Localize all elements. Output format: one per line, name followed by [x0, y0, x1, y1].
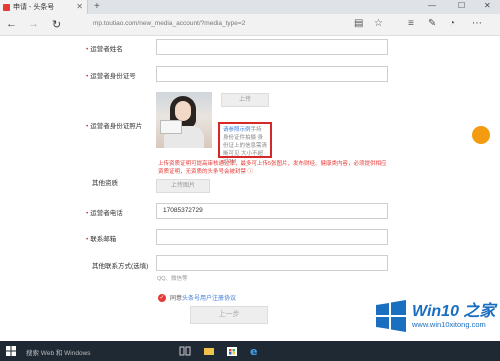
- edge-browser-icon[interactable]: e: [249, 345, 261, 357]
- operator-name-input[interactable]: [156, 39, 388, 55]
- new-tab-button[interactable]: +: [94, 1, 100, 12]
- windows-logo-icon: [376, 300, 406, 332]
- other-contact-label: 其他联系方式(选填): [92, 263, 149, 270]
- id-photo-example: [156, 92, 212, 148]
- minimize-button[interactable]: —: [428, 1, 436, 10]
- tab-bar: 申请 - 头条号 ✕ + — ☐ ✕: [0, 0, 500, 14]
- note-icon[interactable]: ✎: [428, 18, 436, 29]
- example-box: 请参照示例手持身份证件拍摄 身份证上的信息需清晰可见 大小不超过2M: [218, 122, 272, 165]
- upload-image-button[interactable]: 上传图片: [156, 179, 210, 193]
- previous-step-button[interactable]: 上一步: [190, 306, 268, 324]
- agreement-row: ✓ 同意 头条号用户注册协议: [158, 293, 236, 302]
- address-bar: ← → ↻ mp.toutiao.com/new_media_account/?…: [0, 14, 500, 36]
- operator-name-label: • 运营者姓名: [86, 46, 123, 53]
- tab-title: 申请 - 头条号: [13, 4, 55, 11]
- refresh-icon[interactable]: ↻: [52, 18, 61, 31]
- agree-prefix: 同意: [170, 296, 183, 302]
- phone-label: • 运营者电话: [86, 210, 123, 217]
- url-field[interactable]: mp.toutiao.com/new_media_account/?media_…: [93, 20, 245, 27]
- taskbar-search-box[interactable]: 搜索 Web 和 Windows: [26, 347, 91, 357]
- more-icon[interactable]: ⋯: [472, 18, 482, 29]
- back-arrow-icon[interactable]: ←: [6, 18, 17, 30]
- phone-input[interactable]: 17085372729: [156, 203, 388, 219]
- upload-id-button[interactable]: 上传: [221, 93, 269, 107]
- hub-icon[interactable]: ≡: [408, 18, 414, 29]
- store-icon[interactable]: [226, 345, 238, 357]
- toutiao-favicon-icon: [3, 3, 10, 11]
- qualification-warning: 上传资质证明可提高审核通过率，最多可上传5张图片，发布财经、健康类内容，必须提供…: [158, 161, 387, 175]
- maximize-button[interactable]: ☐: [458, 1, 465, 10]
- operator-id-photo-label: • 运营者身份证照片: [86, 123, 143, 130]
- email-input[interactable]: [156, 229, 388, 245]
- example-link[interactable]: 请参照示例: [223, 127, 251, 133]
- operator-id-label: • 运营者身份证号: [86, 73, 136, 80]
- browser-tab[interactable]: 申请 - 头条号 ✕: [0, 0, 88, 14]
- share-icon[interactable]: ◔: [449, 18, 455, 29]
- close-window-button[interactable]: ✕: [484, 1, 491, 10]
- agree-checkbox-icon[interactable]: ✓: [158, 293, 166, 302]
- page-content: • 运营者姓名 • 运营者身份证号 • 运营者身份证照片 上传 请参照示例手持身份证件…: [0, 36, 500, 341]
- other-qualifications-label: 其他资质: [92, 180, 118, 187]
- favorite-star-icon[interactable]: ☆: [374, 18, 383, 29]
- task-view-icon[interactable]: [179, 345, 191, 357]
- win10-watermark: Win10 之家 www.win10xitong.com: [372, 297, 500, 341]
- svg-text:e: e: [250, 345, 257, 357]
- reading-view-icon[interactable]: ▤: [354, 18, 363, 29]
- watermark-url: www.win10xitong.com: [412, 320, 486, 329]
- agreement-link[interactable]: 头条号用户注册协议: [182, 293, 236, 302]
- taskbar: 搜索 Web 和 Windows e: [0, 341, 500, 361]
- close-tab-icon[interactable]: ✕: [76, 2, 83, 11]
- file-explorer-icon[interactable]: [203, 345, 215, 357]
- feedback-badge-icon[interactable]: [472, 126, 490, 144]
- watermark-title: Win10 之家: [412, 303, 496, 320]
- forward-arrow-icon[interactable]: →: [28, 18, 39, 30]
- start-windows-icon[interactable]: [6, 346, 16, 356]
- other-contact-input[interactable]: [156, 255, 388, 271]
- operator-id-input[interactable]: [156, 66, 388, 82]
- other-contact-hint: QQ、微信等: [157, 276, 188, 282]
- email-label: • 联系邮箱: [86, 236, 117, 243]
